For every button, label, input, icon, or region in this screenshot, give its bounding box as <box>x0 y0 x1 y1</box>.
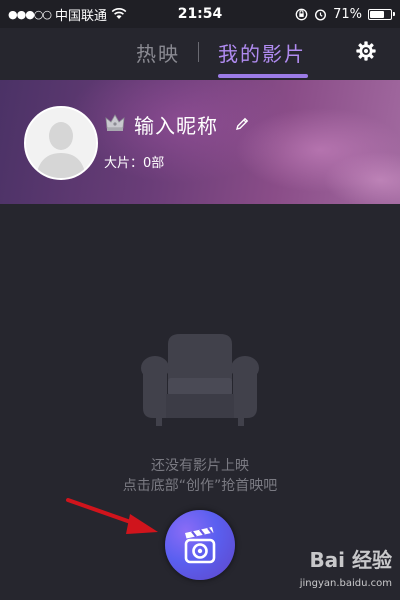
empty-state-hint: 点击底部“创作”抢首映吧 <box>122 478 278 494</box>
nickname[interactable]: 输入昵称 <box>134 110 218 139</box>
avatar[interactable] <box>24 106 98 180</box>
tab-bar: 热映 我的影片 <box>0 28 400 80</box>
profile-banner: 输入昵称 大片：0部 <box>0 80 400 204</box>
baidu-jingyan-watermark: Bai 经验 jingyan.baidu.com <box>292 540 392 596</box>
status-right: 71% <box>295 6 395 22</box>
rotation-lock-icon <box>295 8 308 20</box>
active-tab-indicator <box>218 74 308 78</box>
create-button[interactable] <box>165 510 235 580</box>
alarm-icon <box>315 8 327 21</box>
battery-fill <box>370 10 384 18</box>
empty-state-title: 还没有影片上映 <box>151 458 249 474</box>
battery-percent: 71% <box>333 6 362 22</box>
watermark-url: jingyan.baidu.com <box>299 578 392 589</box>
watermark-logo: Bai 经验 <box>309 548 392 572</box>
battery-icon <box>368 8 395 20</box>
tab-divider <box>198 42 199 62</box>
status-bar: ●●●○○ 中国联通 21:54 71% <box>0 0 400 28</box>
crown-icon <box>105 114 125 131</box>
default-avatar-icon <box>26 108 96 178</box>
sofa-icon <box>141 334 259 426</box>
films-count: 大片：0部 <box>104 156 165 171</box>
tab-hot[interactable]: 热映 <box>136 38 180 67</box>
clapperboard-camera-icon <box>184 527 216 564</box>
gear-icon[interactable] <box>355 40 377 62</box>
tab-my-films[interactable]: 我的影片 <box>218 38 306 67</box>
pencil-icon[interactable] <box>234 116 250 132</box>
annotation-arrow-icon <box>66 498 158 534</box>
